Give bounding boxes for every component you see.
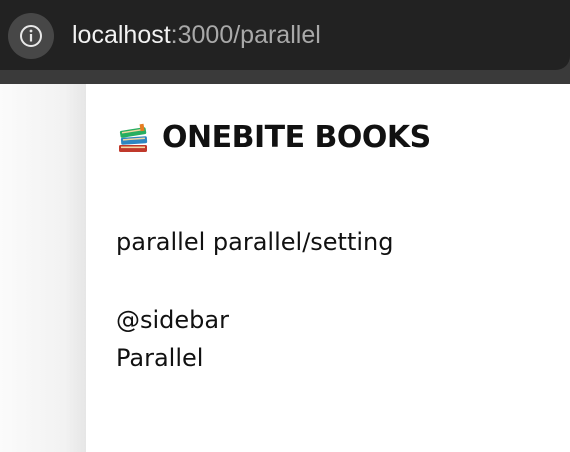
side-gutter [0,84,86,452]
info-icon [20,25,42,47]
url-host: localhost [72,21,171,49]
browser-toolbar: localhost:3000/parallel [0,0,570,84]
site-title[interactable]: ONEBITE BOOKS [162,120,431,156]
page-content: ONEBITE BOOKS parallel parallel/setting … [86,84,570,452]
main-slot-text: parallel parallel/setting [116,228,394,256]
url-text[interactable]: localhost:3000/parallel [72,19,321,51]
page-header: ONEBITE BOOKS [116,120,431,156]
site-info-icon[interactable] [8,13,54,59]
page-viewport: ONEBITE BOOKS parallel parallel/setting … [0,84,570,452]
books-icon [119,123,148,152]
url-path: :3000/parallel [170,21,321,49]
sidebar-slot-label: @sidebar [116,306,229,334]
sidebar-slot-text: Parallel [116,344,204,372]
address-bar[interactable]: localhost:3000/parallel [0,0,570,70]
